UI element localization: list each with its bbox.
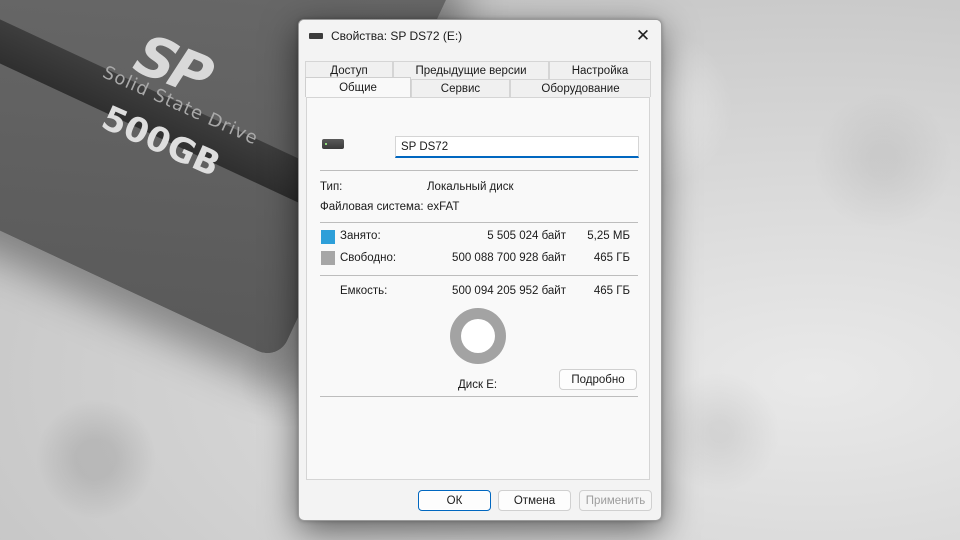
drive-icon <box>322 139 344 149</box>
tab-previous-versions[interactable]: Предыдущие версии <box>393 61 549 79</box>
free-bytes: 500 088 700 928 байт <box>452 252 566 264</box>
details-button[interactable]: Подробно <box>559 369 637 390</box>
type-value: Локальный диск <box>427 181 514 193</box>
general-tab-panel: Тип: Локальный диск Файловая система: ex… <box>306 97 650 480</box>
free-size: 465 ГБ <box>593 252 630 264</box>
used-size: 5,25 МБ <box>587 230 630 242</box>
used-label: Занято: <box>340 230 381 242</box>
tab-row-front: Общие Сервис Оборудование <box>305 77 651 97</box>
properties-dialog: Свойства: SP DS72 (E:) ✕ Доступ Предыдущ… <box>298 19 662 521</box>
tab-general[interactable]: Общие <box>305 77 411 97</box>
close-button[interactable]: ✕ <box>625 20 661 52</box>
used-space-swatch <box>321 230 335 244</box>
ok-button[interactable]: ОК <box>418 490 491 511</box>
free-label: Свободно: <box>340 252 397 264</box>
free-space-swatch <box>321 251 335 265</box>
capacity-label: Емкость: <box>340 285 388 297</box>
used-bytes: 5 505 024 байт <box>487 230 566 242</box>
window-title: Свойства: SP DS72 (E:) <box>331 29 463 43</box>
type-label: Тип: <box>320 181 343 193</box>
divider <box>320 396 638 397</box>
tab-tools[interactable]: Сервис <box>411 79 510 97</box>
filesystem-label: Файловая система: <box>320 201 424 213</box>
capacity-bytes: 500 094 205 952 байт <box>452 285 566 297</box>
divider <box>320 275 638 276</box>
title-bar[interactable]: Свойства: SP DS72 (E:) ✕ <box>299 20 661 52</box>
filesystem-value: exFAT <box>427 201 460 213</box>
drive-icon <box>309 33 323 39</box>
cancel-button[interactable]: Отмена <box>498 490 571 511</box>
divider <box>320 170 638 171</box>
capacity-size: 465 ГБ <box>593 285 630 297</box>
divider <box>320 222 638 223</box>
apply-button[interactable]: Применить <box>579 490 652 511</box>
drive-name-input[interactable] <box>395 136 639 158</box>
tab-hardware[interactable]: Оборудование <box>510 79 651 97</box>
disk-usage-ring <box>450 308 506 364</box>
disk-label: Диск E: <box>458 379 498 391</box>
tab-customize[interactable]: Настройка <box>549 61 651 79</box>
close-icon: ✕ <box>635 26 651 45</box>
